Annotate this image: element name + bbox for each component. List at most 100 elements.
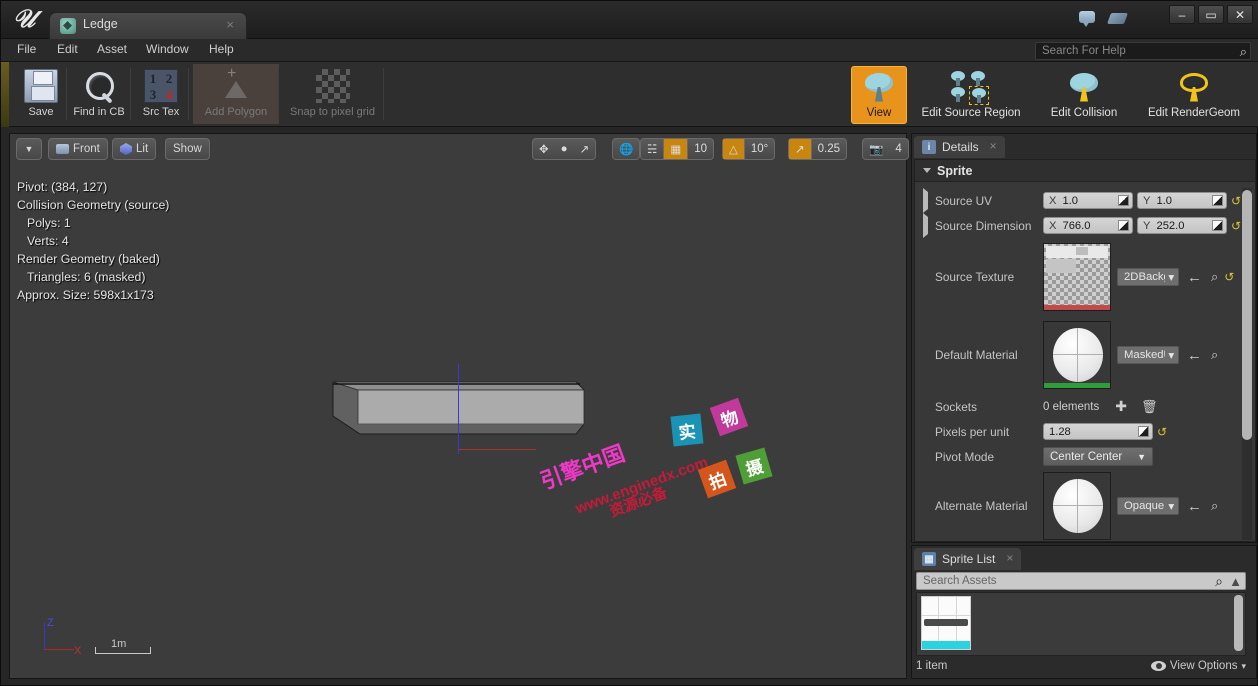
- mode-edit-source-region-button[interactable]: Edit Source Region: [907, 66, 1035, 124]
- spinner-icon[interactable]: [1118, 220, 1129, 231]
- menu-edit[interactable]: Edit: [49, 42, 86, 59]
- source-texture-thumbnail[interactable]: [1043, 243, 1111, 311]
- source-dimension-x-input[interactable]: X 766.0: [1043, 217, 1133, 234]
- close-icon[interactable]: ×: [990, 139, 997, 153]
- maximize-button[interactable]: ▭: [1198, 5, 1224, 24]
- toolbar-find-label: Find in CB: [73, 106, 125, 118]
- camera-speed-icon[interactable]: 📷: [863, 139, 889, 159]
- source-dimension-y-input[interactable]: Y 252.0: [1137, 217, 1227, 234]
- scale-label: 1m: [111, 638, 127, 650]
- tree-outline-icon: [1177, 71, 1211, 105]
- sprite-list-items: [916, 592, 1246, 656]
- menu-file[interactable]: File: [9, 42, 44, 59]
- asset-tab-label: Ledge: [83, 17, 118, 31]
- chevron-right-icon[interactable]: [923, 187, 928, 213]
- delete-socket-icon[interactable]: 🗑: [1141, 399, 1158, 415]
- minimize-button[interactable]: –: [1169, 5, 1195, 24]
- rotation-snap-value[interactable]: 10°: [745, 139, 774, 159]
- browse-asset-icon[interactable]: ⌕: [1211, 347, 1218, 363]
- toolbar-find-in-cb-button[interactable]: Find in CB: [67, 64, 131, 124]
- grid-icon: ▦: [922, 552, 936, 566]
- coordinate-system-group: 🌐: [612, 138, 641, 160]
- viewport-lighting-button[interactable]: Lit: [112, 138, 157, 160]
- pivot-mode-dropdown[interactable]: Center Center ▼: [1043, 447, 1153, 466]
- asset-tab-ledge[interactable]: Ledge ×: [49, 12, 247, 39]
- spinner-icon[interactable]: [1118, 195, 1129, 206]
- close-icon[interactable]: ×: [1006, 551, 1013, 565]
- mode-edit-rendergeom-button[interactable]: Edit RenderGeom: [1133, 66, 1255, 124]
- browse-asset-icon[interactable]: ⌕: [1211, 498, 1218, 514]
- alternate-material-thumbnail[interactable]: [1043, 472, 1111, 540]
- scale-icon[interactable]: ↗: [574, 139, 596, 159]
- camera-speed-value[interactable]: 4: [889, 139, 907, 159]
- move-icon[interactable]: ✥: [533, 139, 555, 159]
- browse-asset-icon[interactable]: ⌕: [1211, 269, 1218, 285]
- srctex-digit-1: 1: [149, 70, 157, 86]
- scale-snap-icon[interactable]: ↗: [789, 139, 812, 159]
- search-icon[interactable]: ⌕: [1215, 573, 1223, 590]
- tree-collision-icon: [1067, 71, 1101, 105]
- menu-window[interactable]: Window: [138, 42, 197, 59]
- revert-icon[interactable]: ↺: [1231, 194, 1241, 208]
- gizmo-x-label: X: [74, 645, 82, 657]
- close-button[interactable]: ✕: [1227, 5, 1253, 24]
- use-selected-asset-icon[interactable]: ←: [1187, 347, 1202, 364]
- use-selected-asset-icon[interactable]: ←: [1187, 498, 1202, 515]
- pivot-mode-value: Center Center: [1050, 450, 1123, 463]
- sprite-list-search-input[interactable]: Search Assets ⌕ ▲: [916, 572, 1246, 590]
- chevron-down-icon: ▾: [1168, 500, 1174, 513]
- chevron-down-icon: ▼: [1137, 451, 1146, 462]
- toolbar-save-button[interactable]: Save: [15, 64, 67, 124]
- revert-icon[interactable]: ↺: [1231, 219, 1241, 233]
- default-material-dropdown[interactable]: MaskedU ▾: [1117, 346, 1179, 364]
- use-selected-asset-icon[interactable]: ←: [1187, 269, 1202, 286]
- details-panel-tab[interactable]: i Details ×: [914, 136, 1005, 158]
- viewport-show-button[interactable]: Show: [165, 138, 210, 160]
- menu-help[interactable]: Help: [201, 42, 242, 59]
- sprite-list-scrollbar[interactable]: [1234, 595, 1243, 651]
- mode-view-button[interactable]: View: [851, 65, 907, 124]
- grid-snap-value[interactable]: 10: [688, 139, 713, 159]
- revert-icon[interactable]: ↺: [1224, 270, 1234, 284]
- source-uv-x-input[interactable]: X 1.0: [1043, 192, 1133, 209]
- close-icon[interactable]: ×: [226, 17, 234, 32]
- view-options-button[interactable]: View Options ▾: [1150, 660, 1246, 672]
- property-row-source-texture: Source Texture 2DBackg ▾ ← ⌕ ↺: [915, 238, 1255, 316]
- menu-asset[interactable]: Asset: [89, 42, 135, 59]
- viewport-options-menu[interactable]: ▼: [16, 138, 42, 160]
- add-socket-icon[interactable]: ✚: [1115, 398, 1127, 415]
- toolbar-src-tex-button[interactable]: 1 2 3 4 Src Tex: [133, 64, 189, 124]
- scale-snap-value[interactable]: 0.25: [812, 139, 846, 159]
- pixels-per-unit-input[interactable]: 1.28: [1043, 423, 1153, 440]
- grid-snap-toggle[interactable]: ▦: [664, 139, 689, 159]
- surface-snap-icon[interactable]: ☵: [641, 139, 665, 159]
- spinner-icon[interactable]: [1138, 426, 1149, 437]
- angle-icon[interactable]: △: [723, 139, 745, 159]
- viewport-camera-front-button[interactable]: Front: [48, 138, 108, 160]
- filter-icon[interactable]: ▲: [1229, 574, 1242, 589]
- sprite-viewport[interactable]: ▼ Front Lit Show ✥ ● ↗ 🌐 ☵ ▦ 10 △ 10° ↗ …: [9, 133, 909, 679]
- source-texture-dropdown[interactable]: 2DBackg ▾: [1117, 268, 1179, 286]
- sprite-list-panel-tab[interactable]: ▦ Sprite List ×: [914, 548, 1022, 570]
- spinner-icon[interactable]: [1212, 220, 1223, 231]
- rotate-icon[interactable]: ●: [555, 139, 574, 159]
- mode-edit-collision-button[interactable]: Edit Collision: [1035, 66, 1133, 124]
- cube-icon[interactable]: [1107, 8, 1129, 30]
- gizmo-z-label: Z: [47, 617, 54, 629]
- help-search-input[interactable]: Search For Help ⌕: [1035, 42, 1251, 60]
- search-icon[interactable]: ⌕: [1240, 44, 1247, 60]
- sprite-list-item-thumbnail[interactable]: [921, 596, 971, 650]
- pivot-axis-z: [458, 364, 459, 454]
- source-uv-y-input[interactable]: Y 1.0: [1137, 192, 1227, 209]
- toolbar-save-label: Save: [28, 106, 54, 118]
- globe-icon[interactable]: 🌐: [613, 139, 639, 159]
- chevron-right-icon[interactable]: [923, 212, 928, 238]
- category-sprite-header[interactable]: Sprite: [915, 160, 1255, 182]
- feedback-icon[interactable]: [1077, 8, 1099, 30]
- default-material-thumbnail[interactable]: [1043, 321, 1111, 389]
- property-row-alternate-material: Alternate Material OpaqueU ▾ ← ⌕: [915, 469, 1255, 543]
- revert-icon[interactable]: ↺: [1157, 425, 1167, 439]
- window-controls: – ▭ ✕: [1169, 5, 1253, 24]
- alternate-material-dropdown[interactable]: OpaqueU ▾: [1117, 497, 1179, 515]
- spinner-icon[interactable]: [1212, 195, 1223, 206]
